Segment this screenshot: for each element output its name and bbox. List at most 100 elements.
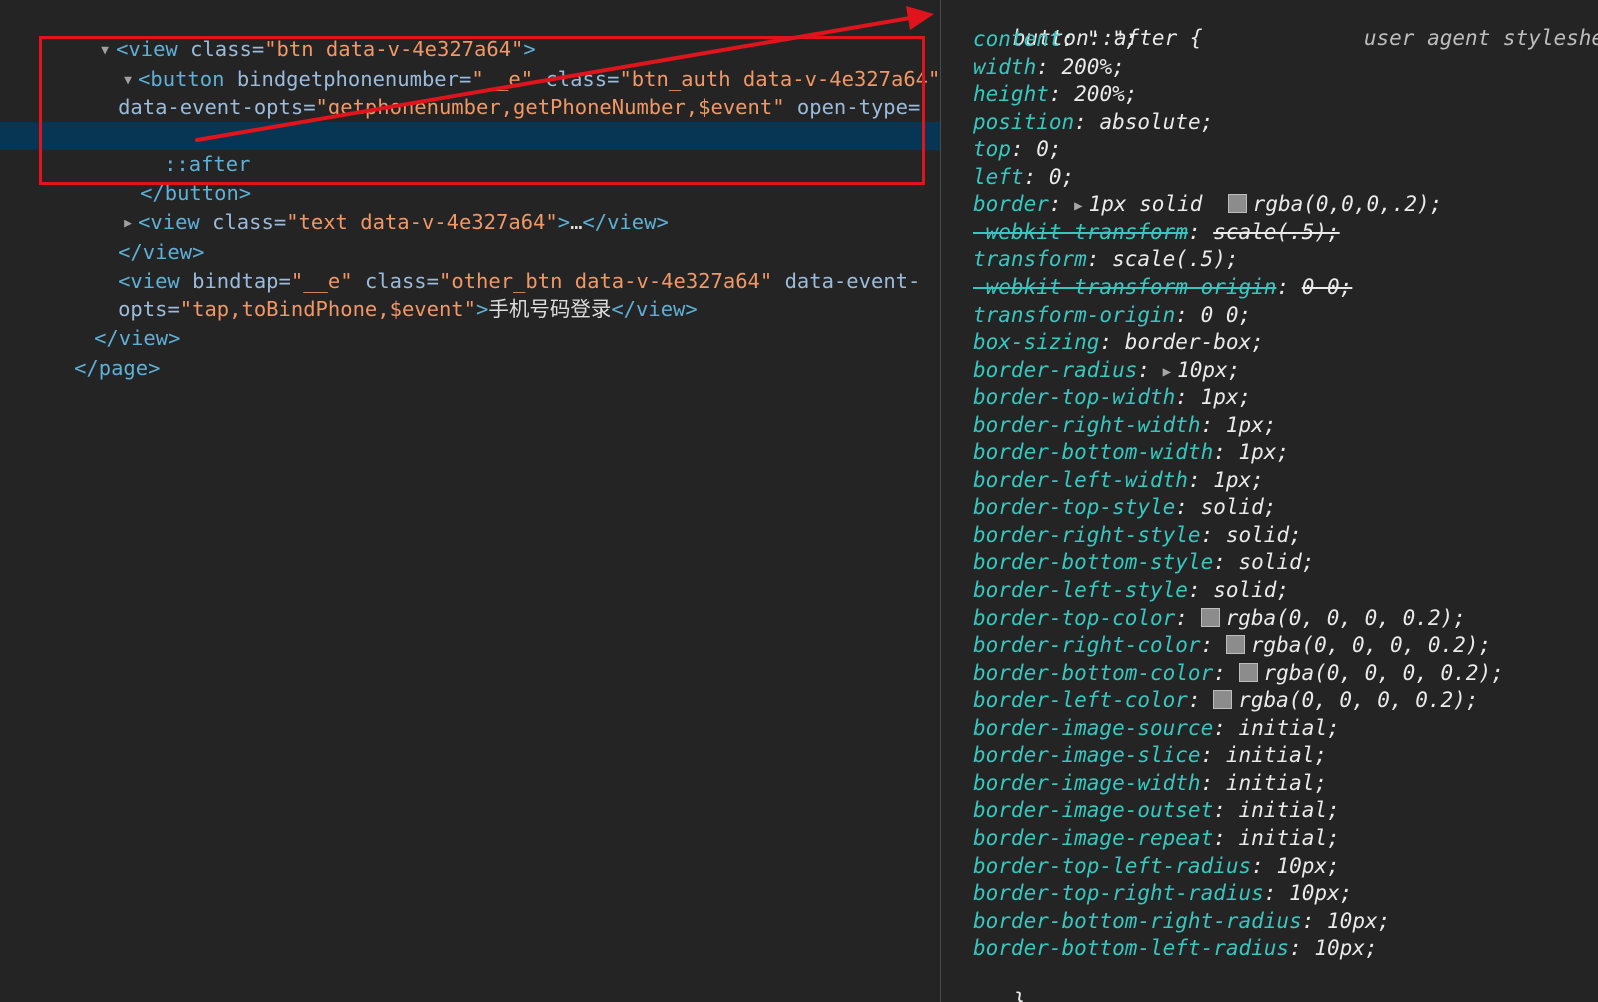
css-property-value[interactable]: 10px; xyxy=(1276,854,1339,878)
tree-node-page-close[interactable]: </page> xyxy=(0,326,160,380)
css-declaration[interactable]: border-top-color: rgba(0, 0, 0, 0.2); xyxy=(973,604,1466,632)
css-property-name[interactable]: border-image-slice xyxy=(973,743,1201,767)
css-property-name[interactable]: border-top-right-radius xyxy=(973,881,1264,905)
css-declaration[interactable]: border-bottom-left-radius: 10px; xyxy=(973,934,1378,962)
css-property-name[interactable]: border-top-style xyxy=(973,495,1175,519)
tree-node-view-close-2[interactable]: </view> xyxy=(20,296,180,350)
css-property-value[interactable]: border-box; xyxy=(1125,330,1264,354)
tree-node-button-close[interactable]: </button> xyxy=(66,151,251,205)
color-swatch-icon[interactable] xyxy=(1200,607,1220,627)
color-swatch-icon[interactable] xyxy=(1225,635,1245,655)
css-declaration[interactable]: border-bottom-right-radius: 10px; xyxy=(973,907,1390,935)
color-swatch-icon[interactable] xyxy=(1227,194,1247,214)
css-property-value[interactable]: rgba(0, 0, 0, 0.2); xyxy=(1213,688,1478,712)
css-property-value[interactable]: solid; xyxy=(1226,523,1302,547)
css-property-name[interactable]: border-image-outset xyxy=(973,798,1213,822)
css-declaration[interactable]: content: " "; xyxy=(973,25,1137,53)
css-property-name[interactable]: border-bottom-style xyxy=(973,550,1213,574)
css-property-value[interactable]: solid; xyxy=(1239,550,1315,574)
css-property-name[interactable]: border-top-left-radius xyxy=(973,854,1251,878)
css-property-name[interactable]: top xyxy=(973,137,1011,161)
css-property-name[interactable]: left xyxy=(973,165,1024,189)
css-property-name[interactable]: transform-origin xyxy=(973,303,1175,327)
css-property-value[interactable]: 1px; xyxy=(1201,385,1252,409)
css-property-value[interactable]: initial; xyxy=(1226,743,1327,767)
css-property-name[interactable]: content xyxy=(973,27,1062,51)
css-property-value[interactable]: 0; xyxy=(1049,165,1074,189)
css-declaration[interactable]: left: 0; xyxy=(973,163,1074,191)
css-declaration[interactable]: border-right-color: rgba(0, 0, 0, 0.2); xyxy=(973,631,1491,659)
css-declaration[interactable]: border: ▶ 1px solid rgba(0,0,0,.2); xyxy=(973,190,1442,218)
css-declaration[interactable]: border-bottom-width: 1px; xyxy=(973,438,1289,466)
css-declaration[interactable]: border-image-outset: initial; xyxy=(973,796,1340,824)
tree-node-view-other-cont[interactable]: opts="tap,toBindPhone,$event">手机号码登录</vi… xyxy=(44,267,698,321)
tree-node-button-cont-2[interactable]: "getPhoneNumber" role="button" aria-disa… xyxy=(44,92,772,146)
css-declaration[interactable]: border-top-style: solid; xyxy=(973,493,1276,521)
color-swatch-icon[interactable] xyxy=(1238,662,1258,682)
css-declaration[interactable]: border-bottom-style: solid; xyxy=(973,548,1314,576)
color-swatch-icon[interactable] xyxy=(1213,690,1233,710)
css-declaration[interactable]: -webkit-transform: scale(.5); xyxy=(973,218,1340,246)
css-declaration[interactable]: border-left-width: 1px; xyxy=(973,466,1264,494)
css-declaration[interactable]: position: absolute; xyxy=(973,108,1213,136)
css-declaration[interactable]: border-image-repeat: initial; xyxy=(973,824,1340,852)
css-property-value[interactable]: 1px; xyxy=(1213,468,1264,492)
css-property-name[interactable]: border-bottom-left-radius xyxy=(973,936,1289,960)
css-property-name[interactable]: height xyxy=(973,82,1049,106)
css-property-value[interactable]: 1px solid rgba(0,0,0,.2); xyxy=(1089,192,1443,216)
css-property-value[interactable]: 10px; xyxy=(1327,909,1390,933)
css-property-name[interactable]: border-bottom-width xyxy=(973,440,1213,464)
css-property-value[interactable]: 200%; xyxy=(1074,82,1137,106)
css-declaration[interactable]: border-right-style: solid; xyxy=(973,521,1302,549)
css-property-value[interactable]: rgba(0, 0, 0, 0.2); xyxy=(1238,661,1504,685)
css-declaration[interactable]: -webkit-transform-origin: 0 0; xyxy=(973,273,1352,301)
css-declaration[interactable]: border-radius: ▶ 10px; xyxy=(973,356,1240,384)
css-property-value[interactable]: initial; xyxy=(1239,716,1340,740)
css-declaration[interactable]: border-left-style: solid; xyxy=(973,576,1289,604)
css-declaration[interactable]: transform: scale(.5); xyxy=(973,245,1239,273)
css-property-name[interactable]: -webkit-transform-origin xyxy=(973,275,1276,299)
css-property-value[interactable]: rgba(0, 0, 0, 0.2); xyxy=(1200,606,1466,630)
css-property-name[interactable]: border xyxy=(973,192,1049,216)
tree-node-button[interactable]: ▼ <button bindgetphonenumber="__e" class=… xyxy=(44,37,940,91)
css-property-name[interactable]: position xyxy=(973,110,1074,134)
css-declaration[interactable]: border-image-width: initial; xyxy=(973,769,1327,797)
expand-shorthand-icon[interactable]: ▶ xyxy=(1163,364,1171,380)
css-property-value[interactable]: initial; xyxy=(1239,826,1340,850)
css-property-value[interactable]: 1px; xyxy=(1226,413,1277,437)
css-property-value[interactable]: solid; xyxy=(1213,578,1289,602)
css-declaration[interactable]: width: 200%; xyxy=(973,53,1125,81)
css-property-value[interactable]: 1px; xyxy=(1239,440,1290,464)
css-declaration[interactable]: top: 0; xyxy=(973,135,1062,163)
css-property-name[interactable]: border-bottom-color xyxy=(973,661,1213,685)
css-declaration[interactable]: border-top-right-radius: 10px; xyxy=(973,879,1352,907)
css-property-name[interactable]: transform xyxy=(973,247,1087,271)
tree-node-view-close[interactable]: </view> xyxy=(44,210,204,264)
tree-node-view-other[interactable]: <view bindtap="__e" class="other_btn dat… xyxy=(44,239,920,293)
css-property-value[interactable]: initial; xyxy=(1239,798,1340,822)
css-declaration[interactable]: transform-origin: 0 0; xyxy=(973,301,1251,329)
css-property-name[interactable]: -webkit-transform xyxy=(973,220,1188,244)
css-declaration[interactable]: border-top-width: 1px; xyxy=(973,383,1251,411)
css-property-name[interactable]: border-radius xyxy=(973,358,1137,382)
tree-node-button-cont-1[interactable]: data-event-opts="getphonenumber,getPhone… xyxy=(44,65,920,119)
expand-shorthand-icon[interactable]: ▶ xyxy=(1074,198,1082,214)
css-property-name[interactable]: border-right-style xyxy=(973,523,1201,547)
css-property-name[interactable]: border-top-color xyxy=(973,606,1175,630)
css-declaration[interactable]: border-top-left-radius: 10px; xyxy=(973,852,1340,880)
css-property-value[interactable]: 200%; xyxy=(1062,55,1125,79)
tree-node-pseudo-after-selected[interactable]: ::after xyxy=(0,122,940,176)
css-declaration[interactable]: border-left-color: rgba(0, 0, 0, 0.2); xyxy=(973,686,1478,714)
css-property-name[interactable]: border-right-width xyxy=(973,413,1201,437)
tree-node-view-btn[interactable]: ▼ <view class="btn data-v-4e327a64"> xyxy=(20,7,536,61)
css-declaration[interactable]: border-image-source: initial; xyxy=(973,714,1340,742)
css-property-name[interactable]: border-image-width xyxy=(973,771,1201,795)
css-property-name[interactable]: box-sizing xyxy=(973,330,1099,354)
css-property-value[interactable]: 10px; xyxy=(1314,936,1377,960)
styles-panel[interactable]: button::after { user agent stylesheet co… xyxy=(941,0,1598,1002)
css-declaration[interactable]: box-sizing: border-box; xyxy=(973,328,1264,356)
css-property-name[interactable]: border-left-style xyxy=(973,578,1188,602)
css-property-value[interactable]: " "; xyxy=(1087,27,1138,51)
css-property-value[interactable]: 0; xyxy=(1036,137,1061,161)
css-property-name[interactable]: border-left-width xyxy=(973,468,1188,492)
